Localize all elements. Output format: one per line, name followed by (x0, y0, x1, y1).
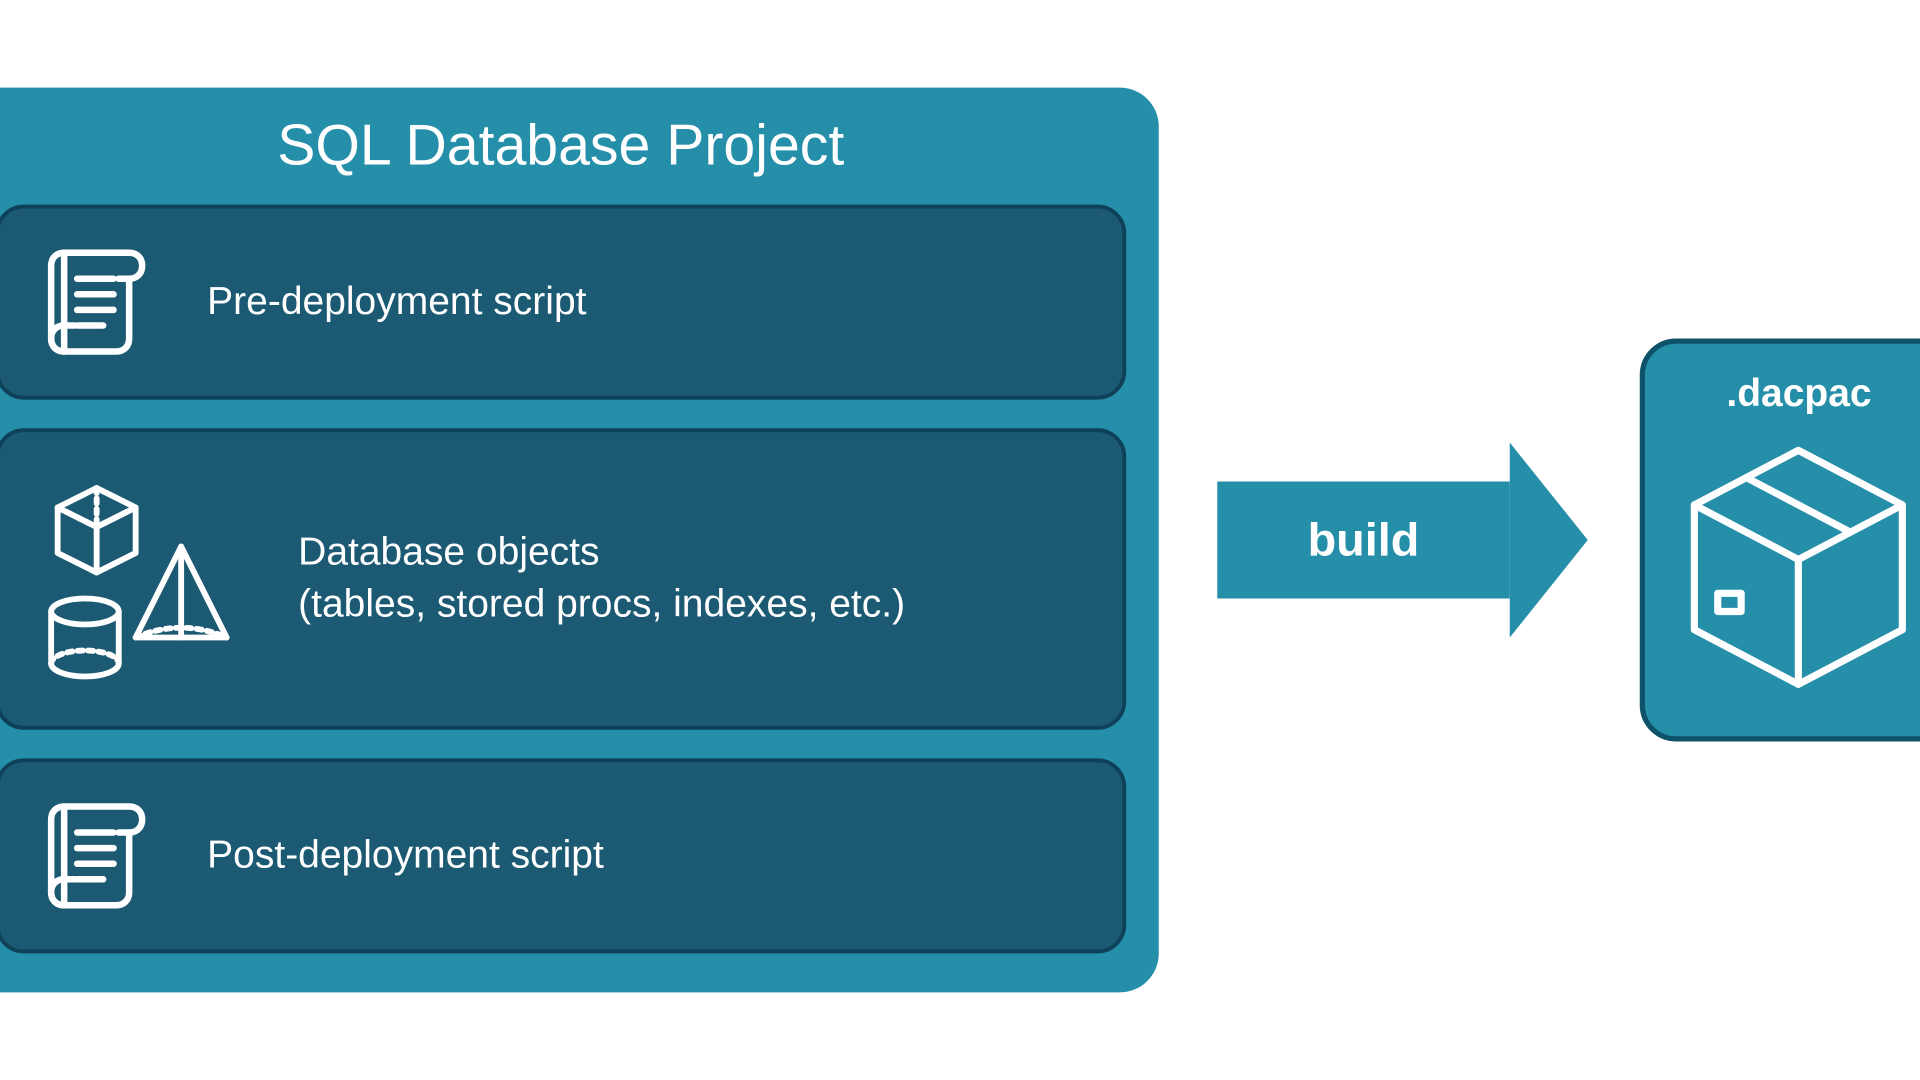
scroll-icon (38, 791, 155, 921)
dacpac-output-box: .dacpac (1639, 339, 1920, 742)
scroll-icon (38, 237, 155, 367)
sql-project-build-diagram: SQL Database Project (0, 88, 1920, 993)
db-objects-line1: Database objects (298, 526, 905, 579)
post-deployment-script-box: Post-deployment script (0, 758, 1126, 953)
post-deployment-label: Post-deployment script (207, 830, 604, 883)
pre-deployment-script-box: Pre-deployment script (0, 205, 1126, 400)
build-arrow: build (1217, 482, 1510, 599)
dacpac-label: .dacpac (1726, 372, 1871, 416)
shapes-icon (38, 469, 246, 690)
pre-deployment-label: Pre-deployment script (207, 276, 586, 329)
project-title: SQL Database Project (0, 114, 1126, 179)
database-objects-label: Database objects (tables, stored procs, … (298, 526, 905, 631)
database-objects-box: Database objects (tables, stored procs, … (0, 428, 1126, 730)
sql-database-project-box: SQL Database Project (0, 88, 1158, 993)
package-box-icon (1678, 437, 1919, 697)
db-objects-line2: (tables, stored procs, indexes, etc.) (298, 579, 905, 632)
build-label: build (1307, 513, 1419, 568)
